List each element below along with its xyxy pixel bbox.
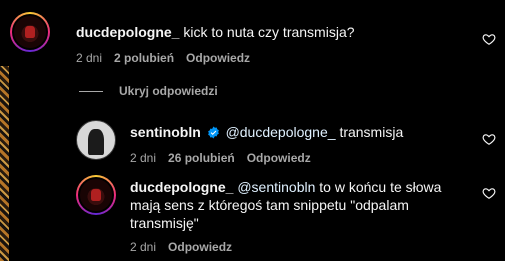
reply-2-time[interactable]: 2 dni (130, 240, 156, 254)
reply-1-text: transmisja (339, 124, 404, 140)
comment-reply-button[interactable]: Odpowiedz (186, 51, 250, 65)
heart-outline-icon[interactable] (482, 186, 496, 200)
avatar-image (12, 14, 48, 50)
comment-likes[interactable]: 2 polubień (114, 51, 174, 65)
reply-2-mention[interactable]: @sentinobln (237, 179, 315, 195)
comment-time[interactable]: 2 dni (76, 51, 102, 65)
avatar-sentinobln[interactable] (76, 120, 116, 160)
divider-dash (79, 90, 103, 92)
reply-2-text-2: mają sens z któregoś tam snippetu "odpal… (130, 197, 409, 213)
reply-2-text-1: to w końcu te słowa (319, 179, 442, 195)
background-image-edge (0, 66, 9, 261)
reply-2-line-1: ducdepologne_ @sentinobln to w końcu te … (130, 178, 441, 196)
reply-1: sentinobln @ducdepologne_ transmisja (130, 123, 403, 141)
hide-replies-label: Ukryj odpowiedzi (119, 84, 218, 98)
heart-outline-icon[interactable] (482, 32, 496, 46)
reply-2-meta: 2 dni Odpowiedz (130, 240, 232, 254)
heart-outline-icon[interactable] (482, 132, 496, 146)
comment-meta: 2 dni 2 polubień Odpowiedz (76, 51, 250, 65)
avatar-image (88, 128, 105, 156)
comment-username[interactable]: ducdepologne_ (76, 24, 179, 40)
reply-1-username[interactable]: sentinobln (130, 124, 201, 140)
comment-text: kick to nuta czy transmisja? (183, 24, 355, 40)
verified-badge-icon (207, 126, 219, 139)
reply-1-meta: 2 dni 26 polubień Odpowiedz (130, 151, 311, 165)
main-comment: ducdepologne_ kick to nuta czy transmisj… (76, 23, 355, 41)
reply-1-mention[interactable]: @ducdepologne_ (226, 124, 336, 140)
reply-1-likes[interactable]: 26 polubień (168, 151, 235, 165)
hide-replies-button[interactable]: Ukryj odpowiedzi (79, 84, 218, 98)
reply-1-reply-button[interactable]: Odpowiedz (247, 151, 311, 165)
reply-2-reply-button[interactable]: Odpowiedz (168, 240, 232, 254)
reply-1-time[interactable]: 2 dni (130, 151, 156, 165)
reply-2-username[interactable]: ducdepologne_ (130, 179, 233, 195)
avatar-ducdepologne[interactable] (76, 175, 116, 215)
avatar-image (78, 177, 114, 213)
avatar-ducdepologne[interactable] (10, 12, 50, 52)
reply-2-text-3: transmisję" (130, 215, 199, 231)
